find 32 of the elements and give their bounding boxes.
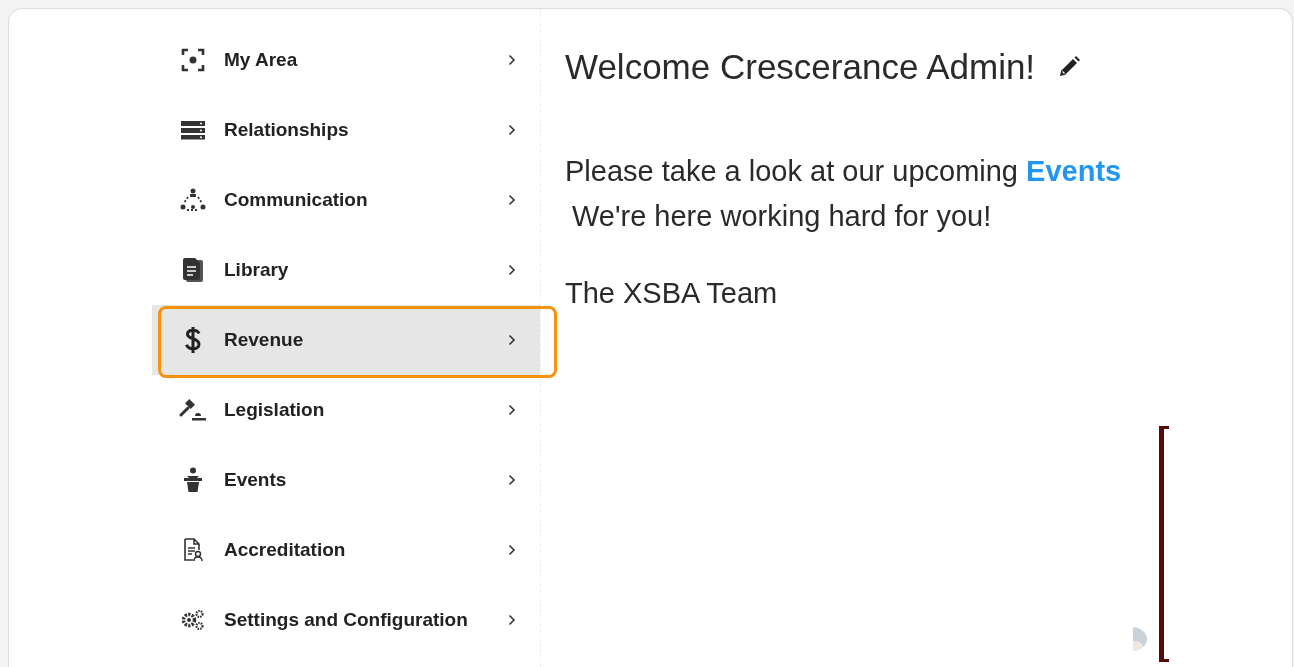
gears-icon: [181, 609, 205, 631]
chevron-right-icon: [508, 124, 516, 136]
document-person-icon: [183, 538, 203, 562]
people-network-icon: [180, 188, 206, 212]
message-text: We're here working hard for you!: [572, 200, 993, 233]
sidebar-item[interactable]: Relationships: [152, 95, 540, 165]
podium-speaker-icon: [183, 467, 203, 493]
chevron-right-icon: [508, 404, 516, 416]
focus-icon: [181, 48, 205, 72]
chevron-right-icon: [508, 334, 516, 346]
sidebar-item[interactable]: Settings and Configuration: [152, 585, 540, 655]
welcome-title: Welcome Crescerance Admin!: [565, 47, 1036, 87]
message-text: Please take a look at our upcoming: [565, 155, 1018, 187]
chevron-right-icon: [508, 614, 516, 626]
sidebar-item[interactable]: Accreditation: [152, 515, 540, 585]
document-icon: [182, 257, 204, 283]
chevron-right-icon: [508, 474, 516, 486]
dollar-icon: [185, 326, 201, 354]
sidebar-item[interactable]: Communication: [152, 165, 540, 235]
chevron-right-icon: [508, 264, 516, 276]
chevron-right-icon: [508, 54, 516, 66]
chevron-right-icon: [508, 544, 516, 556]
signature-text: The XSBA Team: [565, 277, 779, 310]
sidebar-item[interactable]: Events: [152, 445, 540, 515]
edit-icon[interactable]: [1057, 55, 1082, 79]
sidebar-item[interactable]: Legislation: [152, 375, 540, 445]
gavel-icon: [179, 399, 207, 421]
sidebar-item[interactable]: Revenue: [152, 305, 540, 375]
chevron-right-icon: [508, 194, 516, 206]
sidebar-item[interactable]: Library: [152, 235, 540, 305]
list-icon: [180, 120, 206, 140]
sidebar-item[interactable]: My Area: [152, 25, 540, 95]
